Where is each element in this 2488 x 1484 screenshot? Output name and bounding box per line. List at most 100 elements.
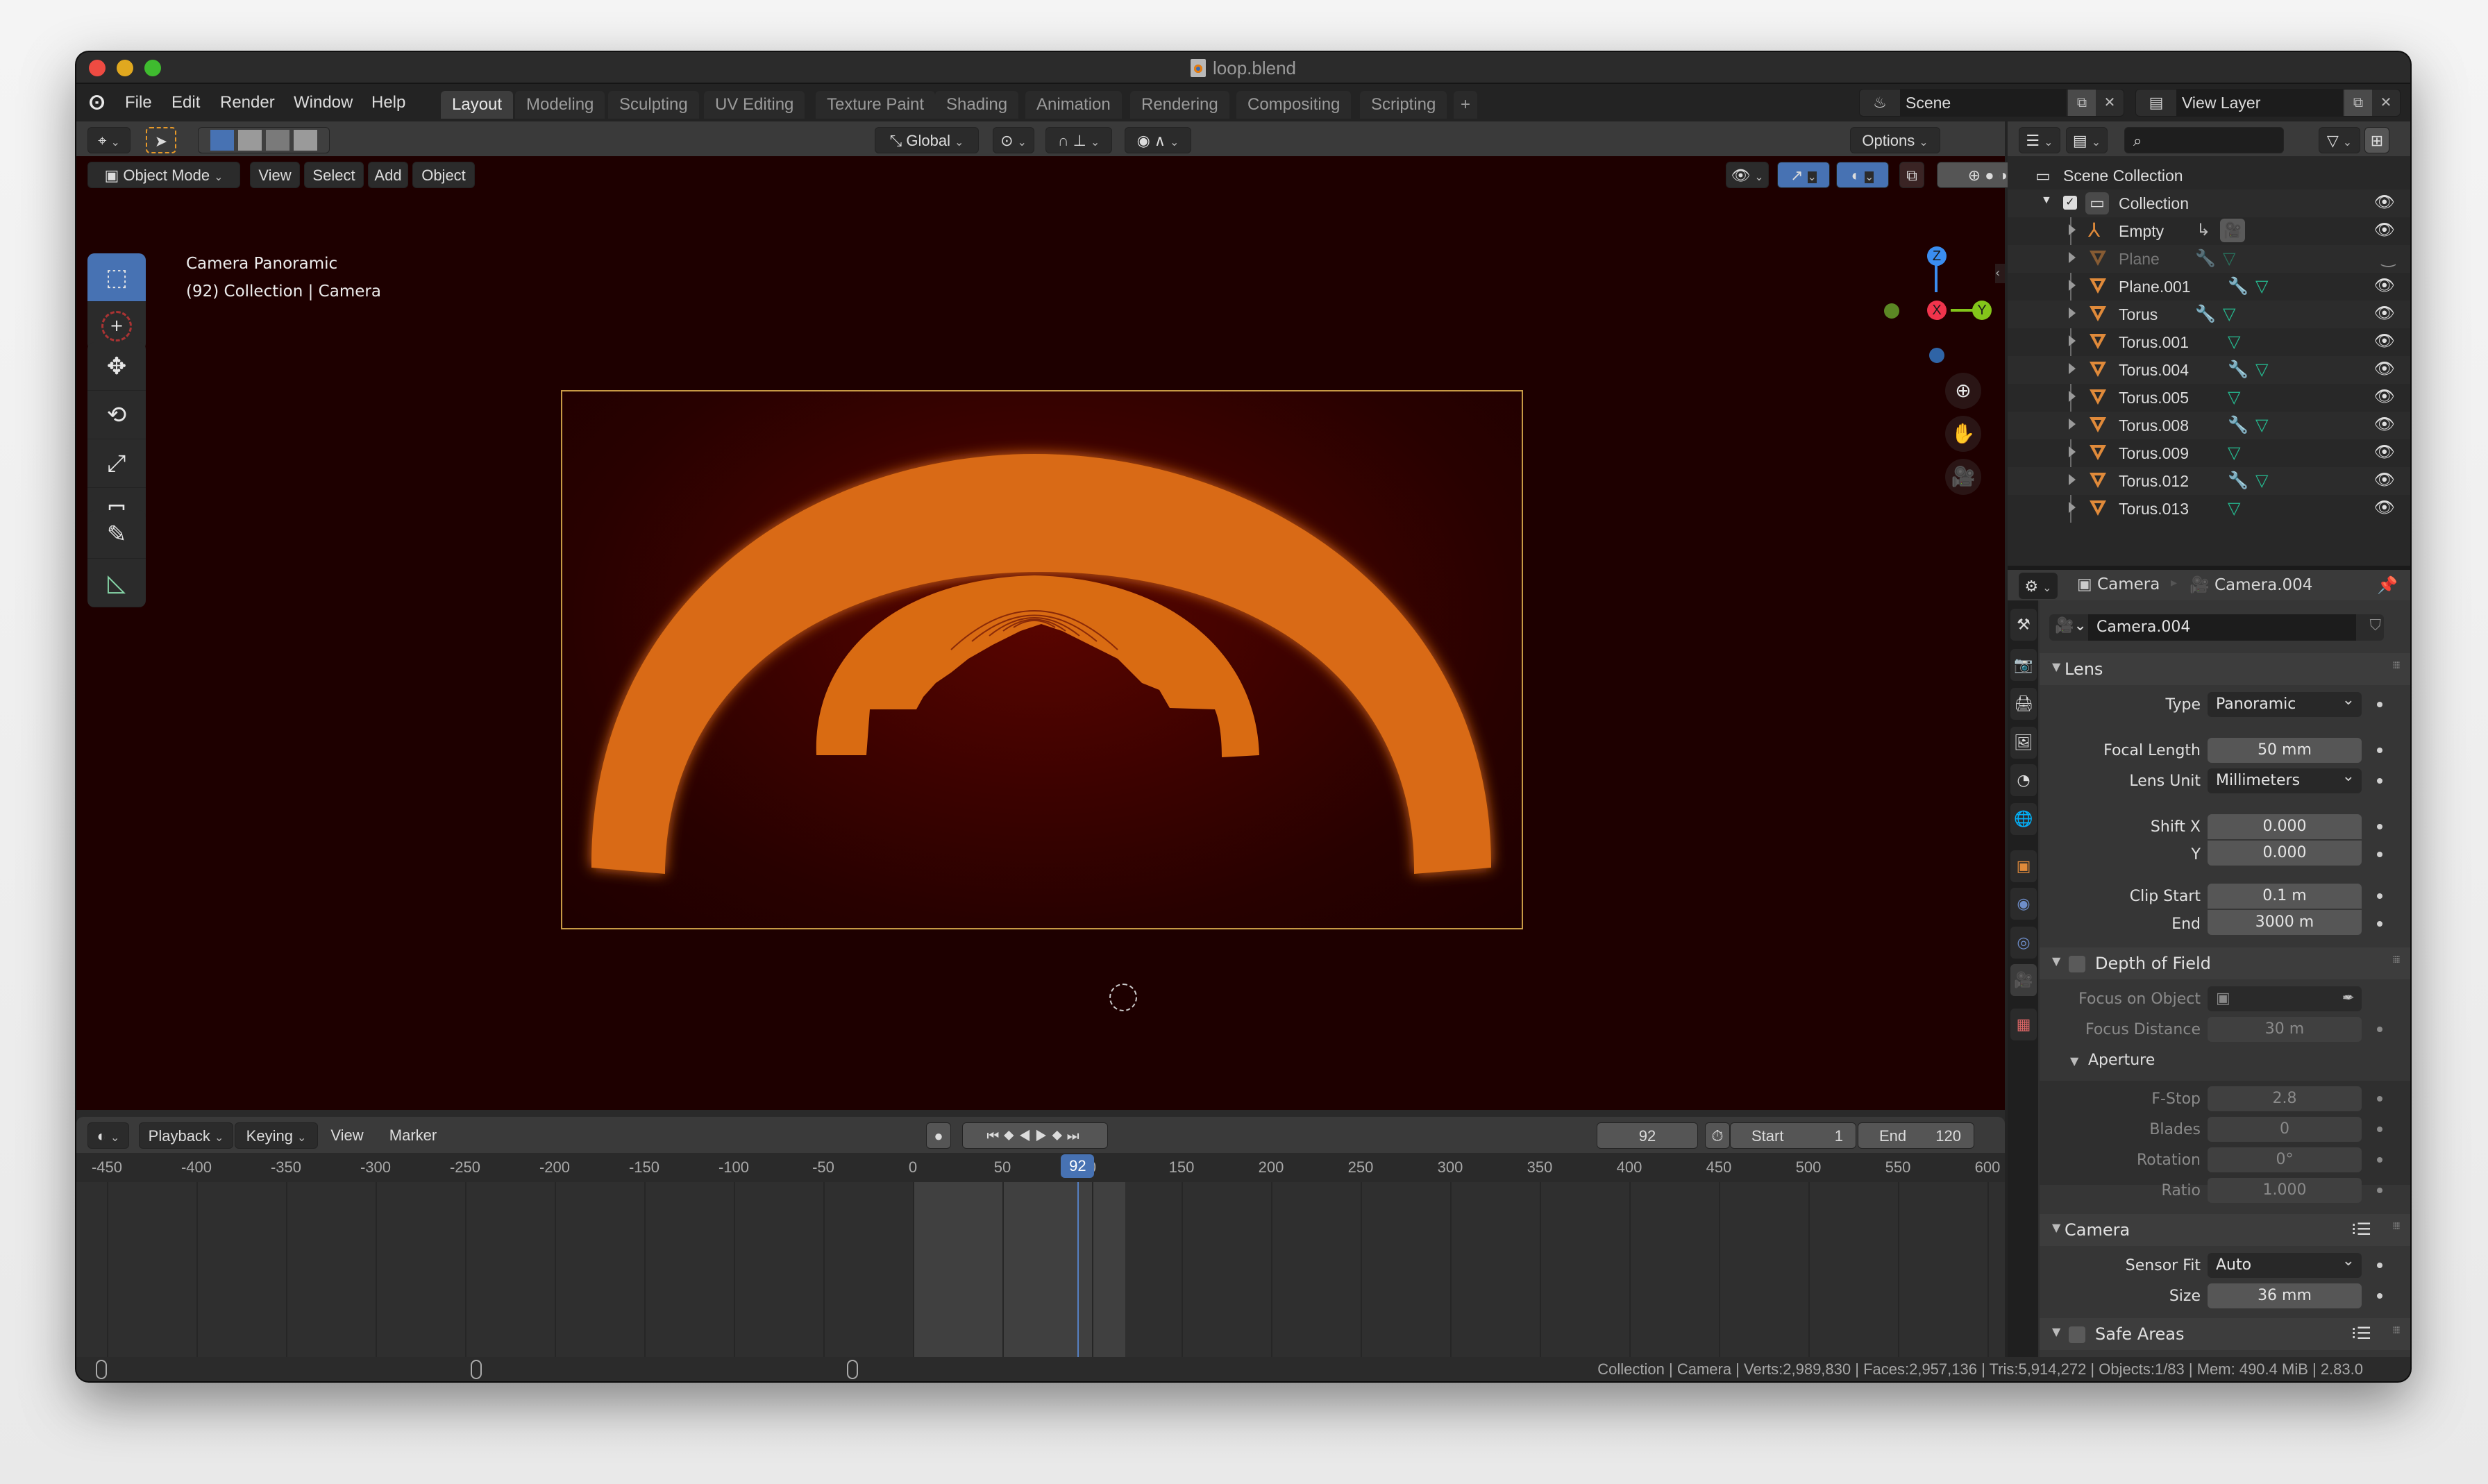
preview-range-stopwatch-icon[interactable]: ⏱ [1705, 1122, 1730, 1149]
animate-fstop-dot[interactable] [2377, 1096, 2382, 1102]
fake-user-shield-icon[interactable]: ⛉ [2369, 617, 2381, 634]
pivot-point-dropdown[interactable]: ⊙ ⌄ [993, 127, 1034, 153]
tab-animation[interactable]: Animation [1025, 91, 1122, 119]
camera-type-dropdown[interactable]: Panoramic [2208, 688, 2362, 717]
playback-menu[interactable]: Playback ⌄ [139, 1122, 233, 1149]
expand-arrow-icon[interactable] [2069, 307, 2076, 319]
visibility-eye-icon[interactable]: 👁 [2374, 192, 2395, 212]
blender-logo-icon[interactable]: ⵙ [89, 92, 111, 113]
gizmo-neg-z-button[interactable] [1929, 348, 1944, 363]
focus-distance-field[interactable]: 30 m [2208, 1017, 2362, 1042]
animate-blades-dot[interactable] [2377, 1127, 2382, 1132]
snap-increment-icon[interactable]: ⊥ [1073, 132, 1086, 149]
new-view-layer-button[interactable]: ⧉ [2344, 90, 2372, 116]
wireframe-shading-icon[interactable]: ⊕ [1968, 167, 1981, 184]
tab-object-icon[interactable]: ▣ [2010, 850, 2037, 882]
visibility-eye-icon[interactable]: 👁 [2374, 387, 2395, 407]
start-frame-field[interactable]: Start 1 [1730, 1122, 1856, 1149]
focal-length-field[interactable]: 50 mm [2208, 738, 2362, 763]
presets-list-icon[interactable]: ⁝☰ [2351, 1324, 2371, 1343]
collapse-aperture-icon[interactable]: ▼ [2070, 1054, 2078, 1068]
mesh-data-icon[interactable]: ▽ [2255, 415, 2268, 435]
tab-camera-data-icon[interactable]: 🎥 [2010, 964, 2037, 996]
drag-handle-icon[interactable]: ⁞⁞⁞⁞ [2392, 1325, 2401, 1336]
menu-add[interactable]: Add [368, 162, 408, 188]
camera-panel-header[interactable]: ▼ Camera ⁝☰ ⁞⁞⁞⁞ [2040, 1214, 2410, 1246]
select-extend-icon[interactable] [237, 130, 262, 151]
snapping-toggle[interactable]: ∩ ⊥ ⌄ [1045, 127, 1112, 153]
mesh-data-icon[interactable]: ▽ [2228, 443, 2240, 463]
current-frame-field[interactable]: 92 [1597, 1122, 1698, 1149]
animate-shift-y-dot[interactable] [2377, 852, 2382, 857]
xray-toggle[interactable]: ⧉ [1899, 162, 1924, 188]
focus-object-field[interactable]: ▣ ✒ [2208, 982, 2362, 1011]
expand-arrow-icon[interactable] [2069, 252, 2076, 263]
tab-world-icon[interactable]: 🌐 [2010, 803, 2037, 835]
hidden-eye-icon[interactable]: ‿ [2382, 248, 2395, 268]
mode-dropdown[interactable]: ▣ Object Mode ⌄ [87, 162, 240, 188]
view-layer-name-input[interactable]: View Layer [2176, 90, 2343, 116]
clip-end-field[interactable]: 3000 m [2208, 910, 2362, 935]
mesh-data-icon[interactable]: ▽ [2255, 360, 2268, 380]
animate-shift-x-dot[interactable] [2377, 824, 2382, 829]
tab-sculpting[interactable]: Sculpting [608, 91, 699, 119]
gizmo-x-button[interactable]: X [1927, 301, 1947, 320]
filter-dropdown[interactable]: ▽ ⌄ [2319, 127, 2360, 153]
menu-render[interactable]: Render [220, 93, 275, 112]
visibility-eye-icon[interactable]: 👁 [2374, 331, 2395, 351]
expand-arrow-icon[interactable] [2069, 335, 2076, 346]
collapse-dof-icon[interactable]: ▼ [2052, 954, 2060, 968]
expand-arrow-icon[interactable] [2069, 474, 2076, 485]
visibility-eye-icon[interactable]: 👁 [2374, 303, 2395, 323]
properties-editor-type-button[interactable]: ⚙ ⌄ [2019, 573, 2058, 599]
visibility-eye-icon[interactable]: 👁 [2374, 359, 2395, 379]
add-workspace-button[interactable]: + [1454, 91, 1478, 119]
delete-view-layer-button[interactable]: ✕ [2372, 90, 2400, 116]
annotate-tool-icon[interactable]: ✎ [87, 510, 146, 559]
animate-clip-start-dot[interactable] [2377, 893, 2382, 899]
mesh-data-icon[interactable]: ▽ [2228, 498, 2240, 518]
constraint-icon[interactable]: ↳ [2196, 220, 2210, 240]
presets-list-icon[interactable]: ⁝☰ [2351, 1220, 2371, 1239]
magnet-icon[interactable]: ∩ [1058, 132, 1069, 149]
shift-x-field[interactable]: 0.000 [2208, 814, 2362, 839]
mesh-data-icon[interactable]: ▽ [2255, 276, 2268, 296]
outliner-search-input[interactable]: ⌕ [2124, 127, 2284, 153]
menu-help[interactable]: Help [371, 93, 405, 112]
visibility-eye-icon[interactable]: 👁 [2374, 442, 2395, 462]
material-preview-icon[interactable]: ◑ [1999, 167, 2008, 184]
fstop-field[interactable]: 2.8 [2208, 1086, 2362, 1111]
animate-focus-distance-dot[interactable] [2377, 1027, 2382, 1032]
tab-texture-paint[interactable]: Texture Paint [816, 91, 936, 119]
expand-arrow-icon[interactable] [2069, 280, 2076, 291]
sidebar-toggle-icon[interactable]: ‹ [1995, 264, 2005, 283]
delete-scene-button[interactable]: ✕ [2096, 90, 2124, 116]
mesh-data-icon[interactable]: ▽ [2223, 248, 2235, 269]
outliner-row[interactable]: Plane.001 🔧 ▽ 👁 [2008, 273, 2410, 301]
tab-compositing[interactable]: Compositing [1236, 91, 1352, 119]
outliner-row[interactable]: Torus.013 ▽ 👁 [2008, 495, 2410, 523]
timeline-keyframe-area[interactable] [76, 1182, 2005, 1363]
tab-modeling[interactable]: Modeling [515, 91, 605, 119]
visibility-eye-icon[interactable]: 👁 [2374, 276, 2395, 296]
collapse-camera-icon[interactable]: ▼ [2052, 1221, 2060, 1234]
expand-arrow-icon[interactable] [2069, 363, 2076, 374]
end-frame-field[interactable]: End 120 [1858, 1122, 1974, 1149]
blades-field[interactable]: 0 [2208, 1117, 2362, 1142]
animate-type-dot[interactable] [2377, 702, 2382, 707]
frame-ruler[interactable]: -450 -400 -350 -300 -250 -200 -150 -100 -50 0 500 1… [76, 1153, 2005, 1182]
3d-viewport[interactable]: ⌖ ⌄ ➤ ⤡ Global ⌄ ⊙ ⌄ ∩ ⊥ ⌄ ◉ ∧ ⌄ Options ⌄ ▣ O… [76, 121, 2062, 1110]
modifier-wrench-icon[interactable]: 🔧 [2228, 415, 2249, 435]
options-dropdown[interactable]: Options ⌄ [1850, 127, 1940, 153]
select-tool-icon[interactable]: ➤ [146, 127, 176, 153]
rotate-tool-icon[interactable]: ⟲ [87, 391, 146, 439]
camera-browse-icon[interactable]: 🎥⌄ [2055, 617, 2087, 634]
proportional-editing-toggle[interactable]: ◉ ∧ ⌄ [1125, 127, 1191, 153]
expand-arrow-icon[interactable] [2069, 446, 2076, 457]
modifier-wrench-icon[interactable]: 🔧 [2228, 471, 2249, 491]
gizmo-y-button[interactable]: Y [1972, 301, 1992, 320]
gizmo-z-button[interactable]: Z [1927, 246, 1947, 266]
lens-panel-header[interactable]: ▼ Lens ⁞⁞⁞⁞ [2040, 653, 2410, 685]
animate-ratio-dot[interactable] [2377, 1188, 2382, 1193]
outliner-row[interactable]: Plane 🔧 ▽ ‿ [2008, 245, 2410, 273]
